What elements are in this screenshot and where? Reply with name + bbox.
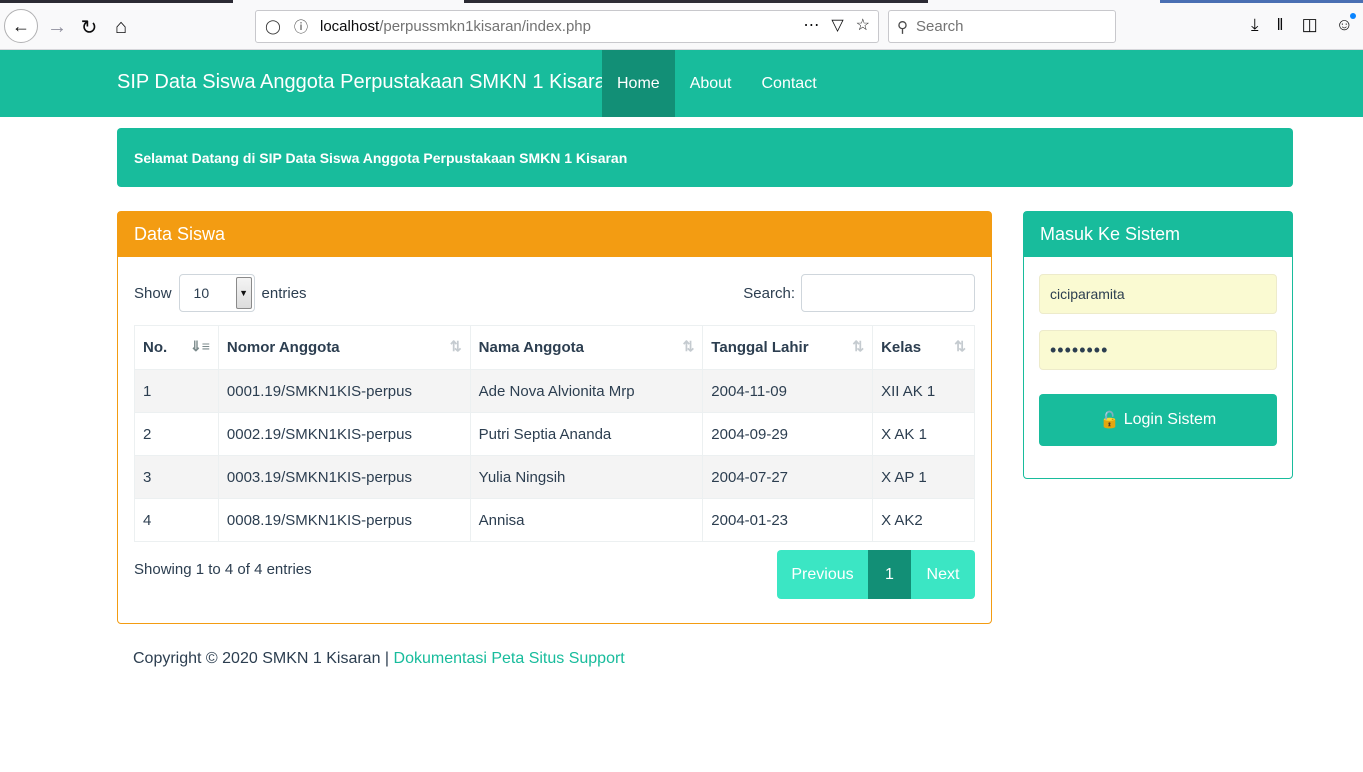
library-icon[interactable]: ‖ — [1277, 15, 1284, 35]
shield-icon[interactable]: ◯ — [262, 18, 284, 35]
cell-tanggal-lahir: 2004-09-29 — [702, 412, 874, 456]
cell-no: 3 — [134, 455, 219, 499]
sort-icon: ⇅ — [852, 338, 865, 354]
download-icon[interactable]: ⤓ — [1251, 15, 1259, 35]
nav-menu: Home About Contact — [602, 50, 832, 117]
welcome-alert: Selamat Datang di SIP Data Siswa Anggota… — [117, 128, 1293, 187]
unlock-icon: 🔓 — [1099, 412, 1120, 429]
cell-nomor-anggota: 0001.19/SMKN1KIS-perpus — [217, 369, 471, 413]
data-siswa-panel: Data Siswa Show 10 ▼ entries Search: No.… — [117, 211, 992, 624]
table-row: 4 0008.19/SMKN1KIS-perpus Annisa 2004-01… — [134, 498, 975, 542]
chevron-down-icon[interactable]: ▼ — [235, 277, 252, 309]
site-brand[interactable]: SIP Data Siswa Anggota Perpustakaan SMKN… — [117, 71, 617, 94]
cell-tanggal-lahir: 2004-07-27 — [702, 455, 874, 499]
column-header-label: Nama Anggota — [478, 339, 584, 356]
url-host: localhost — [320, 18, 380, 35]
tab-strip — [464, 0, 928, 3]
sort-icon: ⇅ — [954, 338, 966, 354]
cell-tanggal-lahir: 2004-11-09 — [702, 369, 874, 413]
table-row: 1 0001.19/SMKN1KIS-perpus Ade Nova Alvio… — [134, 369, 975, 413]
forward-icon[interactable]: → — [40, 10, 74, 44]
column-header-tanggal-lahir[interactable]: Tanggal Lahir ⇅ — [702, 325, 874, 370]
column-header-label: Nomor Anggota — [226, 339, 340, 356]
entries-select[interactable]: 10 ▼ — [178, 274, 255, 312]
cell-no: 2 — [134, 412, 219, 456]
page-1-button[interactable]: 1 — [868, 550, 911, 599]
more-icon[interactable]: ⋯ — [803, 15, 819, 35]
password-field[interactable]: •••••••• — [1039, 330, 1277, 370]
cell-kelas: X AP 1 — [872, 455, 975, 499]
cell-kelas: XII AK 1 — [872, 369, 975, 413]
entries-select-value: 10 — [193, 285, 210, 301]
table-row: 3 0003.19/SMKN1KIS-perpus Yulia Ningsih … — [134, 455, 975, 499]
table-row: 2 0002.19/SMKN1KIS-perpus Putri Septia A… — [134, 412, 975, 456]
home-icon[interactable]: ⌂ — [104, 10, 138, 44]
cell-kelas: X AK2 — [872, 498, 975, 542]
search-label: Search: — [743, 284, 795, 302]
cell-nama-anggota: Annisa — [469, 498, 704, 542]
login-button[interactable]: 🔓 Login Sistem — [1039, 394, 1277, 446]
login-panel: Masuk Ke Sistem ciciparamita •••••••• 🔓 … — [1023, 211, 1293, 479]
column-header-label: No. — [143, 339, 168, 356]
info-icon[interactable]: ⓘ — [290, 17, 312, 37]
next-page-button[interactable]: Next — [911, 550, 975, 599]
column-header-label: Kelas — [881, 339, 922, 356]
footer: Copyright © 2020 SMKN 1 Kisaran | Dokume… — [133, 650, 625, 668]
site-navbar: SIP Data Siswa Anggota Perpustakaan SMKN… — [0, 50, 1363, 117]
sort-icon: ⇅ — [449, 338, 462, 354]
username-field[interactable]: ciciparamita — [1039, 274, 1277, 314]
pocket-icon[interactable]: ▽ — [831, 15, 843, 35]
url-path: /perpussmkn1kisaran/index.php — [379, 18, 591, 35]
search-placeholder: Search — [916, 18, 964, 35]
column-header-no[interactable]: No. ⇓≡ — [134, 325, 219, 370]
cell-no: 1 — [134, 369, 219, 413]
previous-page-button[interactable]: Previous — [777, 550, 868, 599]
table-info: Showing 1 to 4 of 4 entries — [134, 561, 312, 578]
back-icon[interactable]: ← — [4, 9, 38, 43]
account-icon[interactable]: ☺ — [1336, 13, 1357, 35]
search-icon: ⚲ — [897, 18, 908, 36]
bookmark-star-icon[interactable]: ☆ — [856, 15, 870, 35]
browser-search-input[interactable]: ⚲ Search — [888, 10, 1116, 43]
sidebar-icon[interactable]: ◫ — [1302, 15, 1318, 35]
cell-kelas: X AK 1 — [872, 412, 975, 456]
data-table: No. ⇓≡ Nomor Anggota ⇅ Nama Anggota ⇅ Tangg… — [134, 325, 975, 542]
footer-copyright: Copyright © 2020 SMKN 1 Kisaran | — [133, 650, 390, 667]
entries-label: entries — [261, 284, 307, 302]
entries-length-control: Show 10 ▼ entries — [134, 274, 307, 312]
tab-strip — [1160, 0, 1363, 3]
nav-link-about[interactable]: About — [675, 50, 747, 117]
sort-ascending-icon: ⇓≡ — [189, 338, 210, 354]
login-panel-title: Masuk Ke Sistem — [1024, 212, 1292, 257]
column-header-kelas[interactable]: Kelas ⇅ — [872, 325, 975, 370]
reload-icon[interactable]: ↻ — [72, 10, 106, 44]
panel-title: Data Siswa — [118, 212, 991, 257]
table-search-input[interactable] — [801, 274, 975, 312]
show-label: Show — [134, 284, 172, 302]
tab-strip — [0, 0, 233, 3]
login-button-label: Login Sistem — [1123, 411, 1217, 428]
cell-nama-anggota: Putri Septia Ananda — [469, 412, 704, 456]
pagination: Previous 1 Next — [777, 550, 975, 599]
cell-nama-anggota: Ade Nova Alvionita Mrp — [469, 369, 704, 413]
address-bar[interactable]: ◯ ⓘ localhost/perpussmkn1kisaran/index.p… — [255, 10, 879, 43]
cell-nomor-anggota: 0002.19/SMKN1KIS-perpus — [217, 412, 471, 456]
cell-nama-anggota: Yulia Ningsih — [469, 455, 704, 499]
nav-link-home[interactable]: Home — [602, 50, 675, 117]
table-search: Search: — [743, 274, 975, 312]
footer-links[interactable]: Dokumentasi Peta Situs Support — [394, 650, 625, 667]
column-header-label: Tanggal Lahir — [711, 339, 809, 356]
column-header-nomor-anggota[interactable]: Nomor Anggota ⇅ — [217, 325, 471, 370]
cell-tanggal-lahir: 2004-01-23 — [702, 498, 874, 542]
cell-nomor-anggota: 0003.19/SMKN1KIS-perpus — [217, 455, 471, 499]
column-header-nama-anggota[interactable]: Nama Anggota ⇅ — [469, 325, 704, 370]
sort-icon: ⇅ — [682, 338, 695, 354]
cell-no: 4 — [134, 498, 219, 542]
browser-toolbar: ← → ↻ ⌂ ◯ ⓘ localhost/perpussmkn1kisaran… — [0, 0, 1363, 50]
cell-nomor-anggota: 0008.19/SMKN1KIS-perpus — [217, 498, 471, 542]
nav-link-contact[interactable]: Contact — [747, 50, 832, 117]
